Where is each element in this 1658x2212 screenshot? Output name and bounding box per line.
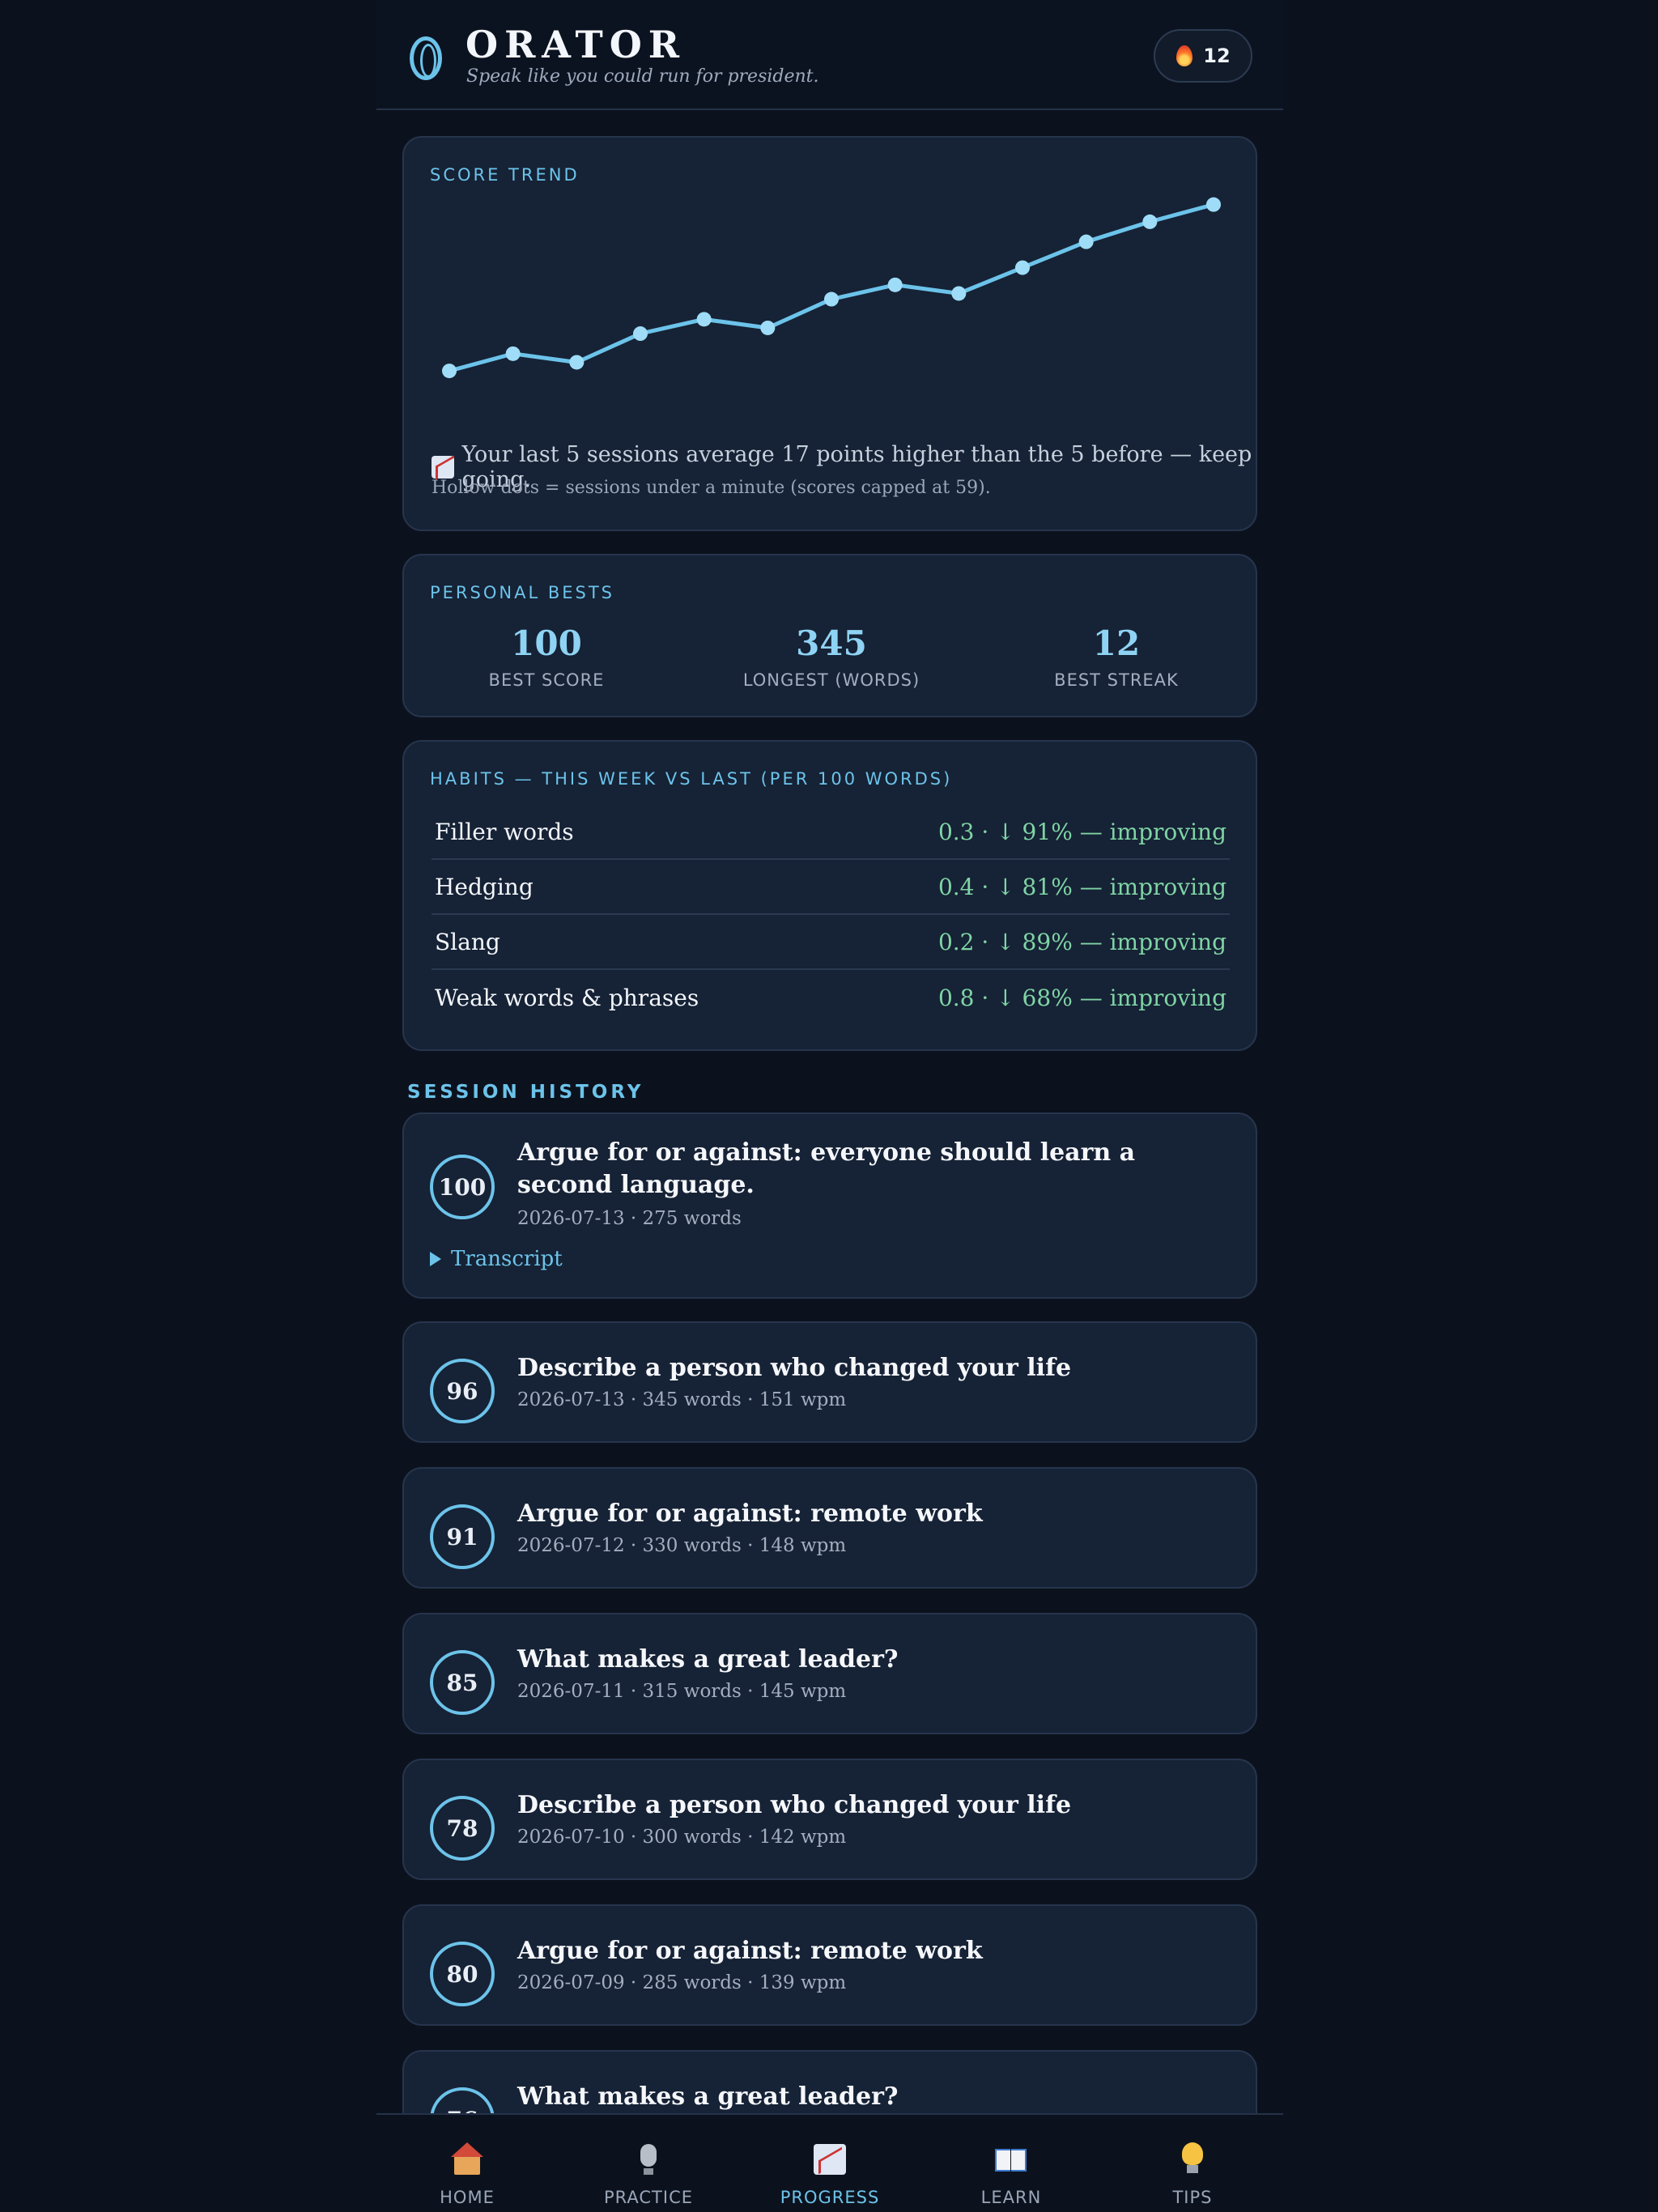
session-card[interactable]: 100 Argue for or against: everyone shoul… [402, 1112, 1257, 1299]
logo-icon [406, 32, 446, 84]
session-card[interactable]: 78 Describe a person who changed your li… [402, 1759, 1257, 1880]
score-point[interactable] [696, 312, 712, 327]
score-point[interactable] [760, 320, 776, 335]
habit-stat: 0.4 · ↓ 81% — improving [937, 873, 1226, 900]
session-score: 78 [430, 1796, 495, 1861]
best-score-stat: 100 BEST SCORE [404, 623, 689, 690]
bottom-nav: HOME PRACTICE PROGRESS LEARN TIPS [376, 2113, 1283, 2212]
score-point[interactable] [569, 355, 585, 370]
habit-name: Filler words [435, 818, 574, 845]
session-meta: 2026-07-12 · 330 words · 148 wpm [517, 1535, 847, 1556]
session-title: Argue for or against: remote work [517, 1937, 983, 1965]
best-label: LONGEST (WORDS) [742, 670, 920, 690]
personal-bests-row: 100 BEST SCORE 345 LONGEST (WORDS) 12 BE… [404, 623, 1259, 690]
session-meta: 2026-07-13 · 275 words [517, 1208, 742, 1229]
score-point[interactable] [1206, 197, 1221, 212]
score-point[interactable] [824, 291, 839, 307]
personal-bests-card: PERSONAL BESTS 100 BEST SCORE 345 LONGES… [402, 554, 1257, 717]
session-title: Describe a person who changed your life [517, 1354, 1072, 1382]
best-streak-stat: 12 BEST STREAK [974, 623, 1259, 690]
score-trend-card: SCORE TREND Your last 5 sessions average… [402, 136, 1257, 531]
streak-badge[interactable]: 12 [1154, 29, 1252, 83]
session-title: What makes a great leader? [517, 2082, 899, 2111]
habits-label: HABITS — THIS WEEK VS LAST (PER 100 WORD… [430, 769, 953, 789]
trend-footnote: Hollow dots = sessions under a minute (s… [432, 478, 991, 498]
habit-row-weak-words: Weak words & phrases 0.8 · ↓ 68% — impro… [432, 970, 1230, 1025]
lightbulb-icon [1175, 2142, 1210, 2176]
nav-item-progress[interactable]: PROGRESS [739, 2115, 920, 2212]
session-meta: 2026-07-10 · 300 words · 142 wpm [517, 1827, 847, 1848]
app-tagline: Speak like you could run for president. [466, 66, 819, 87]
app-header: ORATOR Speak like you could run for pres… [376, 0, 1283, 110]
score-trend-line [449, 202, 1214, 373]
habits-card: HABITS — THIS WEEK VS LAST (PER 100 WORD… [402, 740, 1257, 1051]
habit-name: Weak words & phrases [435, 984, 699, 1011]
score-trend-label: SCORE TREND [430, 165, 580, 185]
session-meta: 2026-07-11 · 315 words · 145 wpm [517, 1681, 847, 1702]
score-point[interactable] [505, 346, 521, 361]
transcript-toggle[interactable]: Transcript [430, 1247, 563, 1271]
session-card[interactable]: 85 What makes a great leader? 2026-07-11… [402, 1613, 1257, 1734]
habit-row-hedging: Hedging 0.4 · ↓ 81% — improving [432, 860, 1230, 915]
habit-row-filler-words: Filler words 0.3 · ↓ 91% — improving [432, 805, 1230, 860]
session-score: 80 [430, 1942, 495, 2006]
score-point[interactable] [1078, 234, 1094, 249]
session-title: What makes a great leader? [517, 1645, 899, 1674]
session-score: 100 [430, 1155, 495, 1219]
best-label: BEST STREAK [1054, 670, 1179, 690]
habit-stat: 0.8 · ↓ 68% — improving [937, 984, 1226, 1011]
habit-name: Slang [435, 928, 500, 955]
session-card[interactable]: 80 Argue for or against: remote work 202… [402, 1904, 1257, 2026]
triangle-right-icon [430, 1252, 441, 1266]
best-label: BEST SCORE [488, 670, 605, 690]
app-container: ORATOR Speak like you could run for pres… [376, 0, 1283, 2212]
score-point[interactable] [887, 277, 903, 292]
transcript-label: Transcript [451, 1247, 563, 1271]
fire-icon [1175, 44, 1193, 68]
habit-stat: 0.2 · ↓ 89% — improving [937, 928, 1226, 955]
best-value: 345 [796, 623, 867, 663]
personal-bests-label: PERSONAL BESTS [430, 583, 614, 602]
session-score: 85 [430, 1650, 495, 1715]
session-title: Describe a person who changed your life [517, 1791, 1072, 1819]
score-point[interactable] [951, 286, 967, 301]
best-value: 100 [511, 623, 582, 663]
session-score: 91 [430, 1504, 495, 1569]
nav-label: TIPS [1172, 2188, 1213, 2207]
book-icon [993, 2142, 1029, 2176]
nav-item-tips[interactable]: TIPS [1102, 2115, 1283, 2212]
score-point[interactable] [1015, 260, 1030, 275]
nav-label: PROGRESS [780, 2188, 880, 2207]
best-value: 12 [1092, 623, 1141, 663]
habit-row-slang: Slang 0.2 · ↓ 89% — improving [432, 915, 1230, 970]
session-title: Argue for or against: everyone should le… [517, 1138, 1136, 1199]
microphone-icon [631, 2142, 666, 2176]
session-history-heading: SESSION HISTORY [407, 1082, 644, 1103]
score-point[interactable] [633, 326, 648, 342]
app-title: ORATOR [466, 23, 687, 66]
nav-label: PRACTICE [603, 2188, 694, 2207]
nav-item-practice[interactable]: PRACTICE [558, 2115, 739, 2212]
session-card[interactable]: 91 Argue for or against: remote work 202… [402, 1467, 1257, 1589]
habit-stat: 0.3 · ↓ 91% — improving [937, 818, 1226, 845]
score-point[interactable] [442, 364, 457, 379]
session-title: Argue for or against: remote work [517, 1499, 983, 1528]
session-score: 96 [430, 1359, 495, 1423]
nav-label: LEARN [980, 2188, 1042, 2207]
nav-label: HOME [440, 2188, 495, 2207]
nav-item-learn[interactable]: LEARN [920, 2115, 1102, 2212]
house-icon [449, 2142, 485, 2176]
habit-name: Hedging [435, 873, 534, 900]
score-point[interactable] [1142, 214, 1158, 229]
session-meta: 2026-07-13 · 345 words · 151 wpm [517, 1389, 847, 1410]
chart-increasing-icon [432, 456, 454, 479]
session-card[interactable]: 96 Describe a person who changed your li… [402, 1321, 1257, 1443]
score-trend-chart [442, 197, 1221, 379]
nav-item-home[interactable]: HOME [376, 2115, 558, 2212]
longest-words-stat: 345 LONGEST (WORDS) [689, 623, 974, 690]
session-meta: 2026-07-09 · 285 words · 139 wpm [517, 1972, 847, 1993]
streak-count: 12 [1203, 45, 1231, 67]
chart-icon [812, 2142, 848, 2176]
